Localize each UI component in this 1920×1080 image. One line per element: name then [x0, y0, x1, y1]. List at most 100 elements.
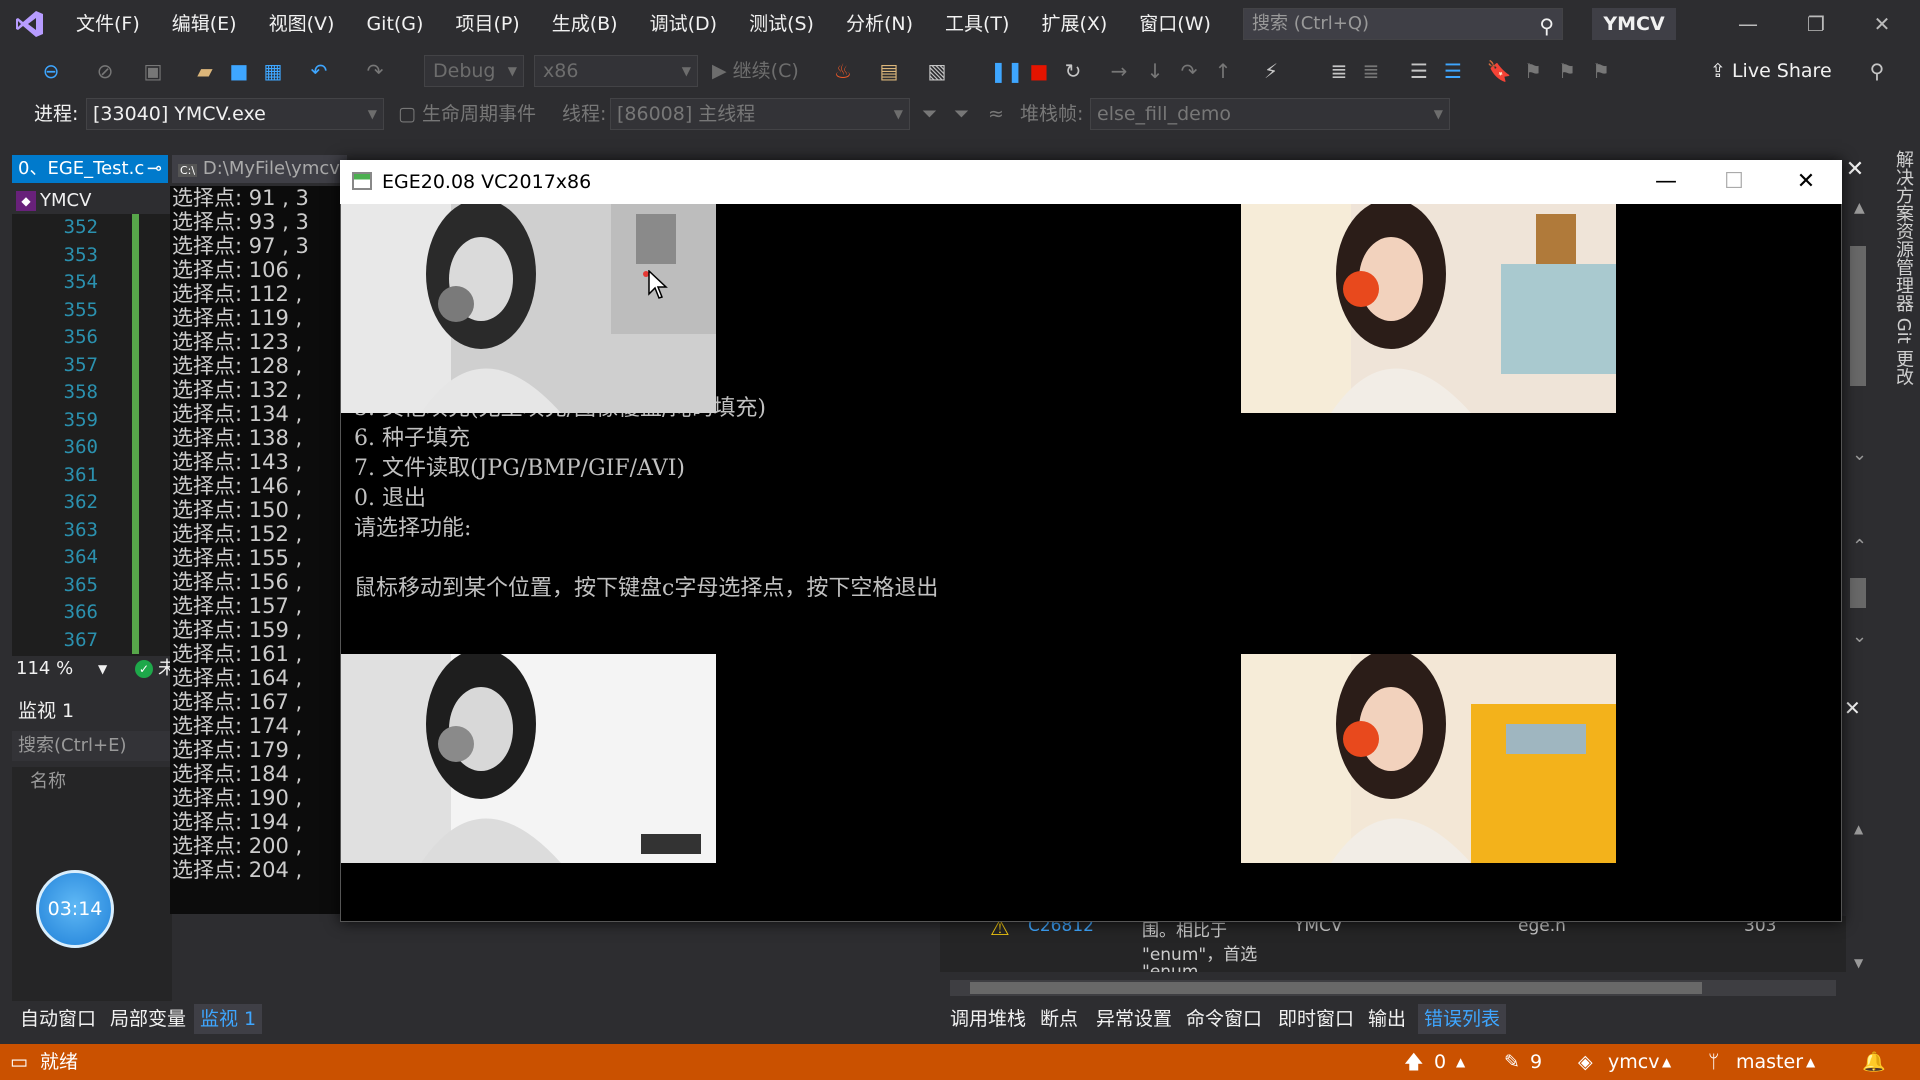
console-output[interactable]: 选择点: 91 , 3 选择点: 93 , 3 选择点: 97 , 3 选择点: 10…	[170, 186, 340, 914]
thread-icon[interactable]: ≣	[1324, 56, 1354, 86]
breakpoint-list-icon[interactable]: ≣	[1356, 56, 1386, 86]
live-share-button[interactable]: ⇪ Live Share	[1710, 56, 1832, 86]
solution-name-badge[interactable]: YMCV	[1592, 8, 1676, 40]
restore-icon[interactable]: ❐	[1786, 6, 1846, 42]
chevron-down-icon[interactable]: ⌄	[1852, 444, 1867, 465]
menu-project[interactable]: 项目(P)	[439, 0, 535, 48]
menu-git[interactable]: Git(G)	[350, 0, 439, 48]
stackframe-select[interactable]: else_fill_demo ▼	[1090, 98, 1450, 130]
recording-timer[interactable]: 03:14	[36, 870, 114, 948]
tab-autos[interactable]: 自动窗口	[20, 1004, 96, 1034]
process-select[interactable]: [33040] YMCV.exe ▼	[86, 98, 384, 130]
prev-bookmark-icon[interactable]: ⚑	[1518, 56, 1548, 86]
comment-icon[interactable]: ☰	[1438, 56, 1468, 86]
watch-search-input[interactable]: 搜索(Ctrl+E)	[12, 731, 172, 761]
restart-icon[interactable]: ↻	[1058, 56, 1088, 86]
unpushed-count[interactable]: 0	[1434, 1044, 1446, 1080]
watch-column-name[interactable]: 名称	[12, 767, 172, 797]
tab-call-stack[interactable]: 调用堆栈	[950, 1004, 1026, 1034]
bookmark-icon[interactable]: 🔖	[1484, 56, 1514, 86]
menu-extensions[interactable]: 扩展(X)	[1025, 0, 1123, 48]
hex-display-icon[interactable]: ⚡	[1256, 56, 1286, 86]
step-into-icon[interactable]: ↓	[1140, 56, 1170, 86]
menu-debug[interactable]: 调试(D)	[634, 0, 733, 48]
notifications-icon[interactable]: 🔔	[1862, 1044, 1886, 1080]
error-list-row[interactable]: ⚠ C26812 围。相比于 "enum"，首选 "enum YMCV ege.…	[940, 916, 1846, 972]
tab-immediate-window[interactable]: 即时窗口	[1278, 1004, 1354, 1034]
menu-window[interactable]: 窗口(W)	[1123, 0, 1227, 48]
navigate-forward-icon[interactable]: ⊘	[90, 56, 120, 86]
repository-name[interactable]: ymcv	[1608, 1044, 1659, 1080]
stop-icon[interactable]: ■	[1024, 56, 1054, 86]
tab-exception-settings[interactable]: 异常设置	[1096, 1004, 1172, 1034]
watch-panel-title[interactable]: 监视 1	[12, 697, 172, 725]
save-icon[interactable]: ■	[224, 56, 254, 86]
close-icon[interactable]: ✕	[1852, 6, 1912, 42]
minimize-icon[interactable]: —	[1718, 6, 1778, 42]
publish-icon[interactable]: 🡅	[1404, 1044, 1424, 1080]
thread-select[interactable]: [86008] 主线程 ▼	[610, 98, 910, 130]
close-panel-icon[interactable]: ✕	[1840, 155, 1870, 185]
tab-breakpoints[interactable]: 断点	[1040, 1004, 1078, 1034]
navigate-back-icon[interactable]: ⊖	[36, 56, 66, 86]
flag-threads-icon[interactable]: ≈	[988, 100, 1004, 128]
pause-icon[interactable]: ❚❚	[990, 56, 1024, 86]
pin-icon[interactable]: ⊸	[147, 155, 162, 183]
save-all-icon[interactable]: ▦	[258, 56, 288, 86]
ege-close-icon[interactable]: ✕	[1778, 164, 1834, 200]
close-panel-icon[interactable]: ✕	[1844, 696, 1861, 720]
scrollbar-thumb-2[interactable]	[1850, 578, 1866, 608]
chevron-down-icon[interactable]: ⌄	[1852, 626, 1867, 647]
step-out-icon[interactable]: ↑	[1208, 56, 1238, 86]
scroll-up-icon[interactable]: ▲	[1854, 822, 1863, 836]
menu-view[interactable]: 视图(V)	[253, 0, 351, 48]
screenshot-icon[interactable]: ▧	[922, 56, 952, 86]
repository-icon[interactable]: ◈	[1578, 1044, 1593, 1080]
tab-output[interactable]: 输出	[1368, 1004, 1406, 1034]
ege-maximize-icon[interactable]: ☐	[1706, 164, 1762, 200]
project-dropdown[interactable]: YMCV	[12, 188, 172, 214]
tab-console-window[interactable]: C:\ D:\MyFile\ymcv	[172, 155, 347, 183]
show-next-statement-icon[interactable]: →	[1104, 56, 1134, 86]
pencil-icon[interactable]: ✎	[1504, 1044, 1520, 1080]
global-search-input[interactable]: 搜索 (Ctrl+Q) ⚲	[1243, 8, 1563, 40]
configuration-select[interactable]: Debug ▼	[424, 55, 524, 87]
branch-name[interactable]: master	[1736, 1044, 1803, 1080]
open-file-icon[interactable]: ▰	[190, 56, 220, 86]
tab-ege-test[interactable]: 0、EGE_Test.c ⊸	[12, 155, 168, 183]
horizontal-scrollbar-thumb[interactable]	[970, 982, 1702, 994]
filter-icon[interactable]: ⏷	[922, 100, 937, 128]
pending-changes-count[interactable]: 9	[1530, 1044, 1542, 1080]
tab-locals[interactable]: 局部变量	[110, 1004, 186, 1034]
continue-button[interactable]: ▶ 继续(C)	[712, 56, 799, 86]
scrollbar-thumb[interactable]	[1850, 246, 1866, 386]
tab-command-window[interactable]: 命令窗口	[1186, 1004, 1262, 1034]
right-vertical-tabs[interactable]: 解决方案资源管理器 Git 更改	[1880, 150, 1916, 410]
platform-select[interactable]: x86 ▼	[534, 55, 698, 87]
menu-file[interactable]: 文件(F)	[60, 0, 156, 48]
feedback-icon[interactable]: ⚲	[1862, 56, 1892, 86]
new-project-icon[interactable]: ▣	[138, 56, 168, 86]
lifecycle-events-button[interactable]: ▢ 生命周期事件	[398, 100, 536, 128]
indent-icon[interactable]: ☰	[1404, 56, 1434, 86]
hot-reload-icon[interactable]: ♨	[828, 56, 858, 86]
clear-bookmarks-icon[interactable]: ⚑	[1586, 56, 1616, 86]
ege-minimize-icon[interactable]: —	[1638, 164, 1694, 200]
filter-clear-icon[interactable]: ⏷	[954, 100, 969, 128]
visual-studio-logo-icon[interactable]	[0, 0, 60, 48]
scroll-down-icon[interactable]: ▼	[1854, 956, 1863, 970]
next-bookmark-icon[interactable]: ⚑	[1552, 56, 1582, 86]
menu-test[interactable]: 测试(S)	[733, 0, 830, 48]
menu-edit[interactable]: 编辑(E)	[156, 0, 253, 48]
folder-search-icon[interactable]: ▤	[874, 56, 904, 86]
no-issues-icon[interactable]: ✓	[135, 660, 153, 678]
step-over-icon[interactable]: ↷	[1174, 56, 1204, 86]
branch-icon[interactable]: ᛘ	[1708, 1044, 1719, 1080]
undo-icon[interactable]: ↶	[304, 56, 334, 86]
scroll-up-icon[interactable]: ▲	[1854, 200, 1865, 216]
redo-icon[interactable]: ↷	[360, 56, 390, 86]
chevron-up-icon[interactable]: ⌃	[1852, 536, 1867, 557]
tab-error-list[interactable]: 错误列表	[1418, 1004, 1507, 1034]
menu-analyze[interactable]: 分析(N)	[830, 0, 929, 48]
menu-build[interactable]: 生成(B)	[536, 0, 634, 48]
